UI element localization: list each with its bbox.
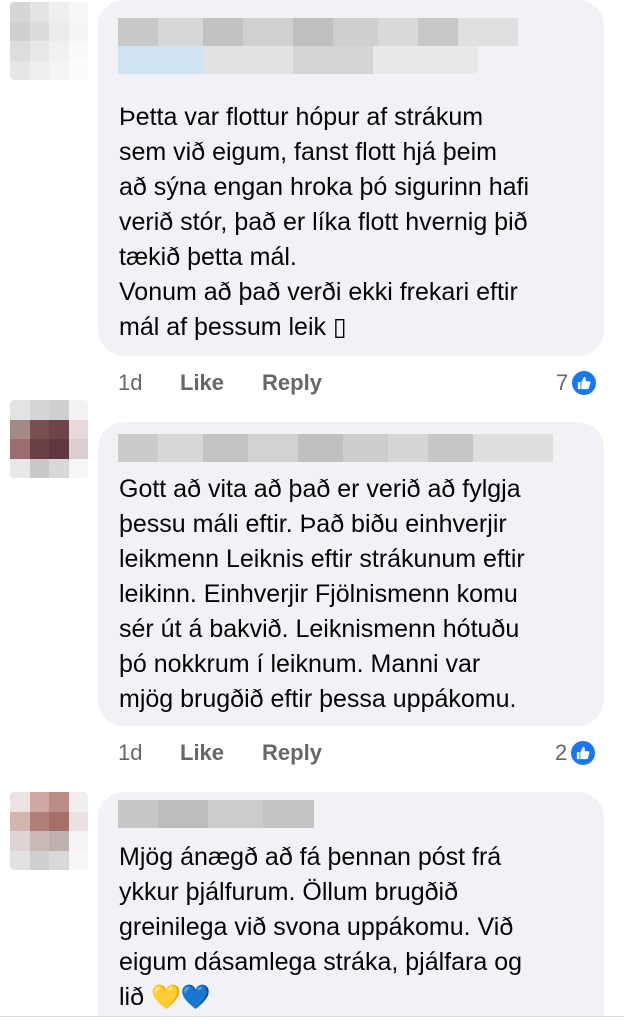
- comment-actions: 1d Like Reply: [118, 736, 360, 770]
- comment-text: Þetta var flottur hópur af strákum sem v…: [119, 103, 530, 341]
- reaction-summary[interactable]: 7: [556, 366, 597, 400]
- commenter-name-blur: [118, 46, 478, 74]
- like-button[interactable]: Like: [180, 370, 224, 396]
- comment-time[interactable]: 1d: [118, 370, 180, 396]
- reaction-summary[interactable]: 2: [555, 736, 596, 770]
- reply-button[interactable]: Reply: [262, 370, 322, 396]
- avatar[interactable]: [10, 792, 88, 870]
- reaction-count: 2: [555, 740, 568, 765]
- like-button[interactable]: Like: [180, 740, 224, 766]
- comment-text: Gott að vita að það er verið að fylgja þ…: [119, 475, 525, 713]
- comment-actions: 1d Like Reply: [118, 366, 360, 400]
- divider: [0, 1016, 624, 1017]
- commenter-name[interactable]: [118, 800, 314, 828]
- like-thumb-icon: [572, 371, 597, 395]
- avatar[interactable]: [10, 400, 88, 478]
- commenter-name[interactable]: [118, 434, 558, 462]
- commenter-name[interactable]: [118, 18, 518, 46]
- reaction-count: 7: [556, 370, 569, 395]
- like-thumb-icon: [571, 741, 596, 765]
- yellow-blue-hearts-emoji: 💛💙: [150, 984, 211, 1011]
- comment-text: Mjög ánægð að fá þennan póst frá ykkur þ…: [119, 840, 522, 1015]
- reply-button[interactable]: Reply: [262, 740, 322, 766]
- avatar[interactable]: [10, 2, 88, 80]
- comment-time[interactable]: 1d: [118, 740, 180, 766]
